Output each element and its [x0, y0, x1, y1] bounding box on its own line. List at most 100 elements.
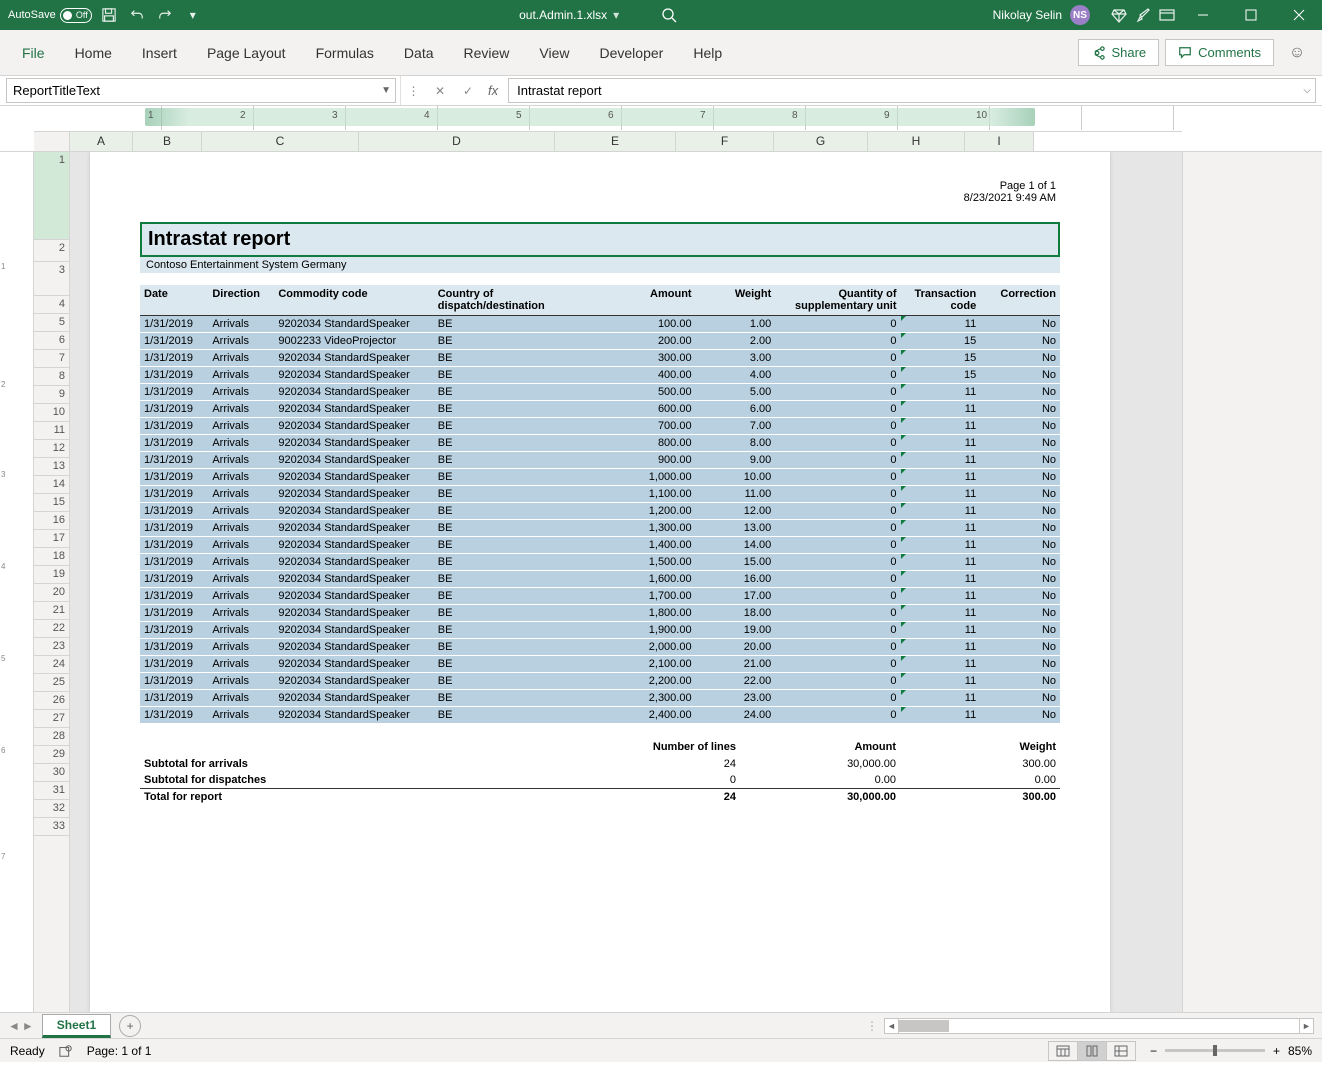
page-preview[interactable]: Page 1 of 1 8/23/2021 9:49 AM Intrastat …: [90, 152, 1110, 1012]
tab-file[interactable]: File: [8, 37, 59, 69]
col-header-A[interactable]: A: [70, 132, 133, 151]
row-header-33[interactable]: 33: [34, 818, 69, 836]
table-header[interactable]: Date: [140, 285, 208, 316]
select-all-corner[interactable]: [34, 132, 70, 151]
table-header[interactable]: Weight: [696, 285, 776, 316]
table-header[interactable]: Transaction code: [901, 285, 981, 316]
qat-customize-icon[interactable]: ▾: [182, 4, 204, 26]
table-row[interactable]: 1/31/2019Arrivals9202034 StandardSpeaker…: [140, 350, 1060, 367]
horizontal-ruler[interactable]: 12345678910: [70, 106, 1182, 130]
vertical-ruler[interactable]: 1 2 3 4 5 6 7: [0, 152, 34, 1012]
row-header-21[interactable]: 21: [34, 602, 69, 620]
view-normal-button[interactable]: [1048, 1041, 1078, 1061]
table-row[interactable]: 1/31/2019Arrivals9202034 StandardSpeaker…: [140, 520, 1060, 537]
table-row[interactable]: 1/31/2019Arrivals9202034 StandardSpeaker…: [140, 367, 1060, 384]
col-header-F[interactable]: F: [676, 132, 774, 151]
table-row[interactable]: 1/31/2019Arrivals9202034 StandardSpeaker…: [140, 656, 1060, 673]
table-row[interactable]: 1/31/2019Arrivals9202034 StandardSpeaker…: [140, 622, 1060, 639]
table-row[interactable]: 1/31/2019Arrivals9202034 StandardSpeaker…: [140, 554, 1060, 571]
row-header-20[interactable]: 20: [34, 584, 69, 602]
add-sheet-button[interactable]: +: [119, 1015, 141, 1037]
save-icon[interactable]: [98, 4, 120, 26]
table-row[interactable]: 1/31/2019Arrivals9202034 StandardSpeaker…: [140, 401, 1060, 418]
table-row[interactable]: 1/31/2019Arrivals9202034 StandardSpeaker…: [140, 384, 1060, 401]
col-header-C[interactable]: C: [202, 132, 359, 151]
share-button[interactable]: Share: [1078, 39, 1159, 66]
col-header-I[interactable]: I: [965, 132, 1034, 151]
row-header-4[interactable]: 4: [34, 296, 69, 314]
row-header-3[interactable]: 3: [34, 262, 69, 296]
row-header-7[interactable]: 7: [34, 350, 69, 368]
table-row[interactable]: 1/31/2019Arrivals9202034 StandardSpeaker…: [140, 639, 1060, 656]
row-header-26[interactable]: 26: [34, 692, 69, 710]
report-title-cell[interactable]: Intrastat report: [140, 222, 1060, 257]
row-header-1[interactable]: 1: [34, 152, 69, 240]
sheet-nav-next-icon[interactable]: ►: [22, 1019, 34, 1033]
row-header-11[interactable]: 11: [34, 422, 69, 440]
table-header[interactable]: Quantity of supplementary unit: [775, 285, 900, 316]
row-header-29[interactable]: 29: [34, 746, 69, 764]
tab-developer[interactable]: Developer: [586, 37, 678, 69]
tab-review[interactable]: Review: [450, 37, 524, 69]
col-header-H[interactable]: H: [868, 132, 965, 151]
zoom-out-button[interactable]: −: [1150, 1044, 1157, 1058]
col-header-D[interactable]: D: [359, 132, 555, 151]
table-row[interactable]: 1/31/2019Arrivals9202034 StandardSpeaker…: [140, 588, 1060, 605]
tab-split-handle[interactable]: ⋮: [866, 1019, 878, 1033]
table-row[interactable]: 1/31/2019Arrivals9202034 StandardSpeaker…: [140, 690, 1060, 707]
table-row[interactable]: 1/31/2019Arrivals9202034 StandardSpeaker…: [140, 605, 1060, 622]
row-header-10[interactable]: 10: [34, 404, 69, 422]
maximize-button[interactable]: [1228, 0, 1274, 30]
table-header[interactable]: Amount: [605, 285, 696, 316]
table-row[interactable]: 1/31/2019Arrivals9002233 VideoProjectorB…: [140, 333, 1060, 350]
table-header[interactable]: Country of dispatch/destination: [434, 285, 605, 316]
horizontal-scrollbar[interactable]: ◄►: [884, 1018, 1314, 1034]
tab-insert[interactable]: Insert: [128, 37, 191, 69]
macro-record-icon[interactable]: [59, 1044, 73, 1058]
table-row[interactable]: 1/31/2019Arrivals9202034 StandardSpeaker…: [140, 707, 1060, 724]
row-header-32[interactable]: 32: [34, 800, 69, 818]
table-header[interactable]: Direction: [208, 285, 274, 316]
col-header-G[interactable]: G: [774, 132, 868, 151]
formula-input[interactable]: Intrastat report⌵: [508, 78, 1316, 103]
row-header-12[interactable]: 12: [34, 440, 69, 458]
table-row[interactable]: 1/31/2019Arrivals9202034 StandardSpeaker…: [140, 316, 1060, 333]
row-header-18[interactable]: 18: [34, 548, 69, 566]
table-row[interactable]: 1/31/2019Arrivals9202034 StandardSpeaker…: [140, 418, 1060, 435]
row-header-31[interactable]: 31: [34, 782, 69, 800]
tab-page-layout[interactable]: Page Layout: [193, 37, 300, 69]
row-header-14[interactable]: 14: [34, 476, 69, 494]
help-smiley-icon[interactable]: ☺: [1280, 38, 1314, 68]
document-title[interactable]: out.Admin.1.xlsx: [519, 8, 607, 22]
table-header[interactable]: Commodity code: [274, 285, 433, 316]
formula-dots-icon[interactable]: ⋮: [400, 76, 426, 105]
row-header-6[interactable]: 6: [34, 332, 69, 350]
row-header-9[interactable]: 9: [34, 386, 69, 404]
row-header-19[interactable]: 19: [34, 566, 69, 584]
name-box[interactable]: ReportTitleText▼: [6, 78, 396, 103]
row-header-25[interactable]: 25: [34, 674, 69, 692]
row-header-22[interactable]: 22: [34, 620, 69, 638]
diamond-icon[interactable]: [1108, 4, 1130, 26]
col-header-B[interactable]: B: [133, 132, 202, 151]
row-header-13[interactable]: 13: [34, 458, 69, 476]
row-header-15[interactable]: 15: [34, 494, 69, 512]
brush-icon[interactable]: [1132, 4, 1154, 26]
username[interactable]: Nikolay Selin: [993, 8, 1062, 22]
table-row[interactable]: 1/31/2019Arrivals9202034 StandardSpeaker…: [140, 537, 1060, 554]
summary-row[interactable]: Subtotal for arrivals2430,000.00300.00: [140, 756, 1060, 772]
comments-button[interactable]: Comments: [1165, 39, 1274, 66]
table-row[interactable]: 1/31/2019Arrivals9202034 StandardSpeaker…: [140, 503, 1060, 520]
zoom-in-button[interactable]: +: [1273, 1044, 1280, 1058]
table-row[interactable]: 1/31/2019Arrivals9202034 StandardSpeaker…: [140, 571, 1060, 588]
table-row[interactable]: 1/31/2019Arrivals9202034 StandardSpeaker…: [140, 486, 1060, 503]
row-header-24[interactable]: 24: [34, 656, 69, 674]
zoom-slider[interactable]: [1165, 1049, 1265, 1052]
table-row[interactable]: 1/31/2019Arrivals9202034 StandardSpeaker…: [140, 469, 1060, 486]
row-header-2[interactable]: 2: [34, 240, 69, 262]
search-icon[interactable]: [661, 7, 677, 23]
table-header[interactable]: Correction: [980, 285, 1060, 316]
row-header-16[interactable]: 16: [34, 512, 69, 530]
ribbon-display-icon[interactable]: [1156, 4, 1178, 26]
row-header-23[interactable]: 23: [34, 638, 69, 656]
